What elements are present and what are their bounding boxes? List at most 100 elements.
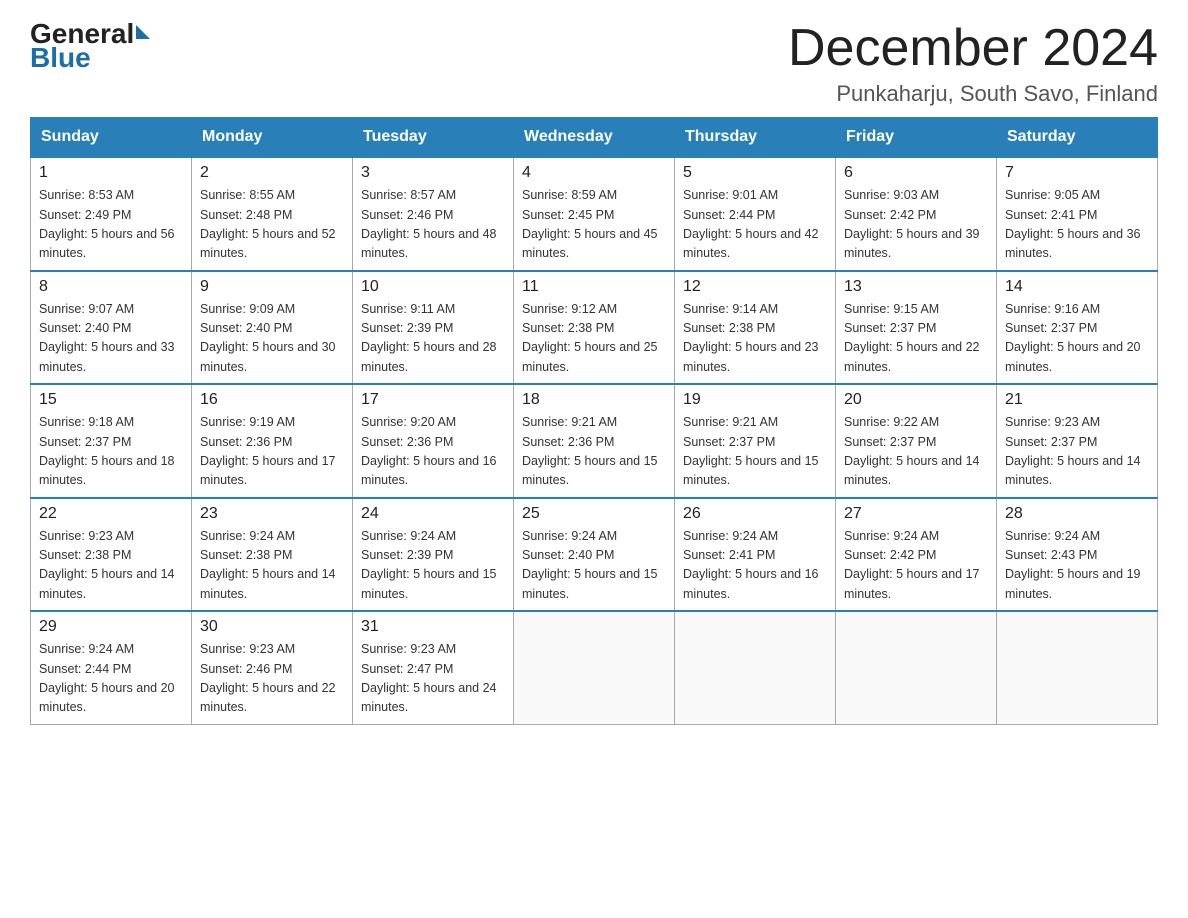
calendar-cell: 2Sunrise: 8:55 AMSunset: 2:48 PMDaylight… [192,157,353,271]
month-title: December 2024 [788,20,1158,77]
calendar-cell: 21 Sunrise: 9:23 AMSunset: 2:37 PMDayligh… [997,384,1158,498]
calendar-cell: 14 Sunrise: 9:16 AMSunset: 2:37 PMDayligh… [997,271,1158,385]
calendar-cell: 22 Sunrise: 9:23 AMSunset: 2:38 PMDayligh… [31,498,192,612]
week-row: 15Sunrise: 9:18 AMSunset: 2:37 PMDayligh… [31,384,1158,498]
day-info: Sunrise: 9:20 AMSunset: 2:36 PMDaylight:… [361,413,505,491]
location-title: Punkaharju, South Savo, Finland [788,81,1158,107]
calendar-cell: 13Sunrise: 9:15 AMSunset: 2:37 PMDayligh… [836,271,997,385]
day-number: 2 [200,164,344,182]
day-number: 20 [844,391,988,409]
day-info: Sunrise: 9:16 AMSunset: 2:37 PMDaylight:… [1005,300,1149,378]
day-info: Sunrise: 9:24 AMSunset: 2:42 PMDaylight:… [844,527,988,605]
page-header: General Blue December 2024 Punkaharju, S… [30,20,1158,107]
day-number: 3 [361,164,505,182]
calendar-cell: 17Sunrise: 9:20 AMSunset: 2:36 PMDayligh… [353,384,514,498]
day-number: 18 [522,391,666,409]
day-info: Sunrise: 9:23 AMSunset: 2:47 PMDaylight:… [361,640,505,718]
day-number: 27 [844,505,988,523]
calendar-cell: 11Sunrise: 9:12 AMSunset: 2:38 PMDayligh… [514,271,675,385]
day-number: 6 [844,164,988,182]
day-number: 12 [683,278,827,296]
calendar-cell: 9 Sunrise: 9:09 AMSunset: 2:40 PMDaylight… [192,271,353,385]
day-number: 22 [39,505,183,523]
calendar-cell: 4 Sunrise: 8:59 AMSunset: 2:45 PMDaylight… [514,157,675,271]
day-number: 11 [522,278,666,296]
day-info: Sunrise: 9:09 AMSunset: 2:40 PMDaylight:… [200,300,344,378]
day-info: Sunrise: 9:05 AMSunset: 2:41 PMDaylight:… [1005,186,1149,264]
day-info: Sunrise: 9:23 AMSunset: 2:37 PMDaylight:… [1005,413,1149,491]
calendar-cell: 1Sunrise: 8:53 AMSunset: 2:49 PMDaylight… [31,157,192,271]
calendar-cell: 25Sunrise: 9:24 AMSunset: 2:40 PMDayligh… [514,498,675,612]
calendar-cell: 18 Sunrise: 9:21 AMSunset: 2:36 PMDayligh… [514,384,675,498]
day-number: 8 [39,278,183,296]
day-number: 24 [361,505,505,523]
day-info: Sunrise: 9:24 AMSunset: 2:43 PMDaylight:… [1005,527,1149,605]
calendar-cell: 5Sunrise: 9:01 AMSunset: 2:44 PMDaylight… [675,157,836,271]
calendar-cell: 27 Sunrise: 9:24 AMSunset: 2:42 PMDayligh… [836,498,997,612]
calendar-cell: 12 Sunrise: 9:14 AMSunset: 2:38 PMDayligh… [675,271,836,385]
day-info: Sunrise: 9:22 AMSunset: 2:37 PMDaylight:… [844,413,988,491]
day-info: Sunrise: 9:24 AMSunset: 2:40 PMDaylight:… [522,527,666,605]
day-info: Sunrise: 9:24 AMSunset: 2:41 PMDaylight:… [683,527,827,605]
logo: General Blue [30,20,152,72]
day-info: Sunrise: 9:24 AMSunset: 2:44 PMDaylight:… [39,640,183,718]
day-info: Sunrise: 9:15 AMSunset: 2:37 PMDaylight:… [844,300,988,378]
calendar-cell: 10 Sunrise: 9:11 AMSunset: 2:39 PMDayligh… [353,271,514,385]
calendar-cell [836,611,997,724]
day-number: 19 [683,391,827,409]
calendar-cell: 3 Sunrise: 8:57 AMSunset: 2:46 PMDaylight… [353,157,514,271]
calendar-cell: 24Sunrise: 9:24 AMSunset: 2:39 PMDayligh… [353,498,514,612]
logo-blue-text: Blue [30,44,91,72]
day-of-week-header: Sunday [31,118,192,158]
day-of-week-header: Thursday [675,118,836,158]
day-number: 23 [200,505,344,523]
week-row: 1Sunrise: 8:53 AMSunset: 2:49 PMDaylight… [31,157,1158,271]
day-number: 16 [200,391,344,409]
day-number: 4 [522,164,666,182]
title-area: December 2024 Punkaharju, South Savo, Fi… [788,20,1158,107]
day-number: 26 [683,505,827,523]
day-number: 30 [200,618,344,636]
day-number: 10 [361,278,505,296]
header-row: SundayMondayTuesdayWednesdayThursdayFrid… [31,118,1158,158]
calendar-cell: 8 Sunrise: 9:07 AMSunset: 2:40 PMDaylight… [31,271,192,385]
day-info: Sunrise: 9:18 AMSunset: 2:37 PMDaylight:… [39,413,183,491]
day-info: Sunrise: 9:01 AMSunset: 2:44 PMDaylight:… [683,186,827,264]
day-info: Sunrise: 9:19 AMSunset: 2:36 PMDaylight:… [200,413,344,491]
calendar-cell: 28 Sunrise: 9:24 AMSunset: 2:43 PMDayligh… [997,498,1158,612]
day-of-week-header: Wednesday [514,118,675,158]
day-info: Sunrise: 9:11 AMSunset: 2:39 PMDaylight:… [361,300,505,378]
day-number: 29 [39,618,183,636]
week-row: 8 Sunrise: 9:07 AMSunset: 2:40 PMDaylight… [31,271,1158,385]
day-info: Sunrise: 9:14 AMSunset: 2:38 PMDaylight:… [683,300,827,378]
calendar-cell [514,611,675,724]
calendar-cell: 16 Sunrise: 9:19 AMSunset: 2:36 PMDayligh… [192,384,353,498]
calendar-cell: 29 Sunrise: 9:24 AMSunset: 2:44 PMDayligh… [31,611,192,724]
day-info: Sunrise: 9:03 AMSunset: 2:42 PMDaylight:… [844,186,988,264]
day-number: 14 [1005,278,1149,296]
day-number: 21 [1005,391,1149,409]
day-number: 7 [1005,164,1149,182]
calendar-cell [675,611,836,724]
calendar-cell: 31 Sunrise: 9:23 AMSunset: 2:47 PMDayligh… [353,611,514,724]
day-info: Sunrise: 8:59 AMSunset: 2:45 PMDaylight:… [522,186,666,264]
calendar-cell: 23 Sunrise: 9:24 AMSunset: 2:38 PMDayligh… [192,498,353,612]
day-of-week-header: Monday [192,118,353,158]
day-info: Sunrise: 8:57 AMSunset: 2:46 PMDaylight:… [361,186,505,264]
day-number: 28 [1005,505,1149,523]
day-info: Sunrise: 9:23 AMSunset: 2:38 PMDaylight:… [39,527,183,605]
day-info: Sunrise: 9:21 AMSunset: 2:37 PMDaylight:… [683,413,827,491]
day-info: Sunrise: 9:07 AMSunset: 2:40 PMDaylight:… [39,300,183,378]
day-number: 1 [39,164,183,182]
week-row: 22 Sunrise: 9:23 AMSunset: 2:38 PMDayligh… [31,498,1158,612]
day-info: Sunrise: 9:24 AMSunset: 2:38 PMDaylight:… [200,527,344,605]
calendar-cell [997,611,1158,724]
calendar-cell: 19 Sunrise: 9:21 AMSunset: 2:37 PMDayligh… [675,384,836,498]
calendar-cell: 6 Sunrise: 9:03 AMSunset: 2:42 PMDaylight… [836,157,997,271]
calendar-table: SundayMondayTuesdayWednesdayThursdayFrid… [30,117,1158,725]
calendar-cell: 26 Sunrise: 9:24 AMSunset: 2:41 PMDayligh… [675,498,836,612]
day-info: Sunrise: 9:23 AMSunset: 2:46 PMDaylight:… [200,640,344,718]
day-number: 9 [200,278,344,296]
day-info: Sunrise: 9:21 AMSunset: 2:36 PMDaylight:… [522,413,666,491]
day-number: 31 [361,618,505,636]
